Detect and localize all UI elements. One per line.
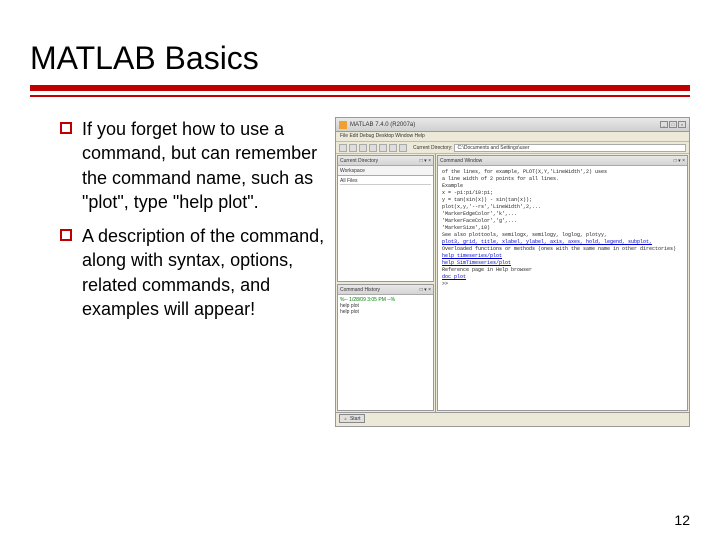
bullet-text: A description of the command, along with… xyxy=(82,224,325,321)
cmd-line-link[interactable]: plot3, grid, title, xlabel, ylabel, axis… xyxy=(442,239,683,246)
current-dir-label: Current Directory: xyxy=(413,145,452,151)
bullet-marker-icon xyxy=(60,122,72,134)
matlab-window-title: MATLAB 7.4.0 (R2007a) xyxy=(350,122,415,128)
current-dir-value[interactable]: C:\Documents and Settings\user xyxy=(454,144,686,152)
cmd-line: Reference page in Help browser xyxy=(442,267,683,274)
cmd-line-link[interactable]: help SimTimeseries/plot xyxy=(442,260,683,267)
history-body[interactable]: %-- 1/28/09 3:05 PM --% help plot help p… xyxy=(338,295,433,410)
matlab-app-icon xyxy=(339,121,347,129)
new-file-icon[interactable] xyxy=(339,144,347,152)
help-icon[interactable] xyxy=(399,144,407,152)
command-window-body[interactable]: of the lines, for example, PLOT(X,Y,'Lin… xyxy=(438,166,687,410)
cmd-line: Example xyxy=(442,183,683,190)
cmd-line: plot(x,y,'--rs','LineWidth',2,... xyxy=(442,204,683,211)
bullet-marker-icon xyxy=(60,229,72,241)
workspace-tab[interactable]: Workspace xyxy=(340,168,365,174)
cmd-prompt[interactable]: >> xyxy=(442,281,683,288)
cmd-line: x = -pi:pi/10:pi; xyxy=(442,190,683,197)
minimize-icon[interactable]: _ xyxy=(660,121,668,128)
cmd-line: 'MarkerEdgeColor','k',... xyxy=(442,211,683,218)
matlab-toolbar: Current Directory: C:\Documents and Sett… xyxy=(336,142,689,154)
cmd-line: a line width of 2 points for all lines. xyxy=(442,176,683,183)
matlab-menubar[interactable]: File Edit Debug Desktop Window Help xyxy=(336,132,689,142)
cmd-line: See also plottools, semilogx, semilogy, … xyxy=(442,232,683,239)
text-column: If you forget how to use a command, but … xyxy=(30,117,325,427)
title-underline-thick xyxy=(30,85,690,91)
command-history-panel: Command History □ ▾ × %-- 1/28/09 3:05 P… xyxy=(337,284,434,411)
start-button[interactable]: ▲ Start xyxy=(339,414,365,423)
bullet-item: A description of the command, along with… xyxy=(60,224,325,321)
bullet-text: If you forget how to use a command, but … xyxy=(82,117,325,214)
open-icon[interactable] xyxy=(349,144,357,152)
bullet-item: If you forget how to use a command, but … xyxy=(60,117,325,214)
matlab-titlebar: MATLAB 7.4.0 (R2007a) _ □ × xyxy=(336,118,689,132)
cmd-line: Overloaded functions or methods (ones wi… xyxy=(442,246,683,253)
panel-controls-icon[interactable]: □ ▾ × xyxy=(674,158,685,164)
current-directory-title: Current Directory xyxy=(340,158,378,164)
slide-title: MATLAB Basics xyxy=(30,40,690,77)
command-window-panel: Command Window □ ▾ × of the lines, for e… xyxy=(437,155,688,411)
cmd-line: 'MarkerFaceColor','g',... xyxy=(442,218,683,225)
panel-controls-icon[interactable]: □ ▾ × xyxy=(420,158,431,164)
matlab-statusbar: ▲ Start xyxy=(336,412,689,424)
close-icon[interactable]: × xyxy=(678,121,686,128)
current-directory-panel: Current Directory □ ▾ × Workspace All Fi… xyxy=(337,155,434,282)
maximize-icon[interactable]: □ xyxy=(669,121,677,128)
cmd-line-link[interactable]: doc plot xyxy=(442,274,683,281)
file-list-header: All Files xyxy=(340,178,431,185)
paste-icon[interactable] xyxy=(379,144,387,152)
undo-icon[interactable] xyxy=(389,144,397,152)
panel-controls-icon[interactable]: □ ▾ × xyxy=(420,287,431,293)
cmd-line: 'MarkerSize',10) xyxy=(442,225,683,232)
command-history-title: Command History xyxy=(340,287,380,293)
cmd-line: y = tan(sin(x)) - sin(tan(x)); xyxy=(442,197,683,204)
page-number: 12 xyxy=(674,512,690,528)
cut-icon[interactable] xyxy=(359,144,367,152)
copy-icon[interactable] xyxy=(369,144,377,152)
title-underline-thin xyxy=(30,95,690,97)
command-window-title: Command Window xyxy=(440,158,482,164)
history-line: help plot xyxy=(340,309,431,315)
cmd-line: of the lines, for example, PLOT(X,Y,'Lin… xyxy=(442,169,683,176)
cmd-line-link[interactable]: help timeseries/plot xyxy=(442,253,683,260)
matlab-screenshot: MATLAB 7.4.0 (R2007a) _ □ × File Edit De… xyxy=(335,117,690,427)
